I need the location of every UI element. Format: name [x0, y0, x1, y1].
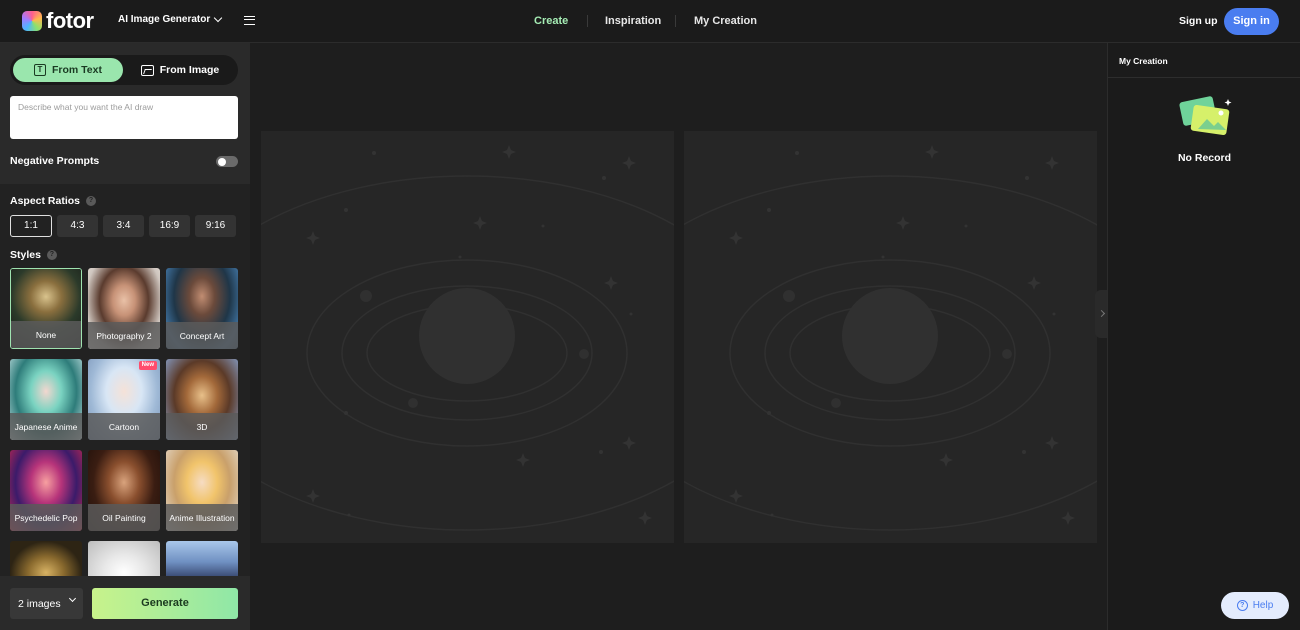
style-caption: Concept Art — [166, 322, 238, 349]
product-dropdown[interactable]: AI Image Generator — [118, 13, 223, 25]
tab-from-text[interactable]: T From Text — [13, 58, 123, 82]
logo-text: fotor — [46, 8, 94, 33]
collapse-panel-handle[interactable] — [1095, 290, 1107, 338]
style-card-3d[interactable]: 3D — [166, 359, 238, 440]
style-caption: Oil Painting — [88, 504, 160, 531]
nav-create[interactable]: Create — [534, 15, 568, 27]
image-count-select[interactable]: 2 images — [10, 588, 83, 619]
info-icon[interactable]: ? — [46, 250, 57, 260]
aspect-ratios-label: Aspect Ratios — [10, 195, 81, 207]
canvas-area — [250, 43, 1107, 630]
style-caption: Cartoon — [88, 413, 160, 440]
sign-up-link[interactable]: Sign up — [1179, 15, 1218, 27]
image-placeholder-2 — [684, 131, 1097, 543]
chevron-down-icon — [68, 594, 77, 603]
style-card-photography-2[interactable]: Photography 2 — [88, 268, 160, 349]
style-caption: Anime Illustration — [166, 504, 238, 531]
product-label: AI Image Generator — [118, 14, 211, 25]
mode-tabs: T From Text From Image — [10, 55, 238, 85]
style-card-oil-painting[interactable]: Oil Painting — [88, 450, 160, 531]
empty-gallery-icon — [1179, 96, 1232, 135]
style-caption: Japanese Anime — [10, 413, 82, 440]
style-card-psychedelic-pop[interactable]: Psychedelic Pop — [10, 450, 82, 531]
nav-my-creation[interactable]: My Creation — [694, 15, 757, 27]
style-thumbnail — [10, 541, 82, 576]
style-card-sketch[interactable] — [88, 541, 160, 576]
style-card-anime-illustration[interactable]: Anime Illustration — [166, 450, 238, 531]
ratio-4-3[interactable]: 4:3 — [57, 215, 98, 237]
help-button[interactable]: ? Help — [1221, 592, 1289, 619]
sign-in-button[interactable]: Sign in — [1224, 8, 1279, 35]
help-label: Help — [1252, 600, 1274, 611]
styles-label: Styles — [10, 249, 41, 261]
style-card-concept-art[interactable]: Concept Art — [166, 268, 238, 349]
style-card-japanese-anime[interactable]: Japanese Anime — [10, 359, 82, 440]
negative-prompts-toggle[interactable] — [216, 156, 238, 167]
image-placeholder-1 — [261, 131, 674, 543]
chevron-down-icon — [214, 13, 223, 22]
generate-button[interactable]: Generate — [92, 588, 238, 619]
style-caption: Photography 2 — [88, 322, 160, 349]
image-count-label: 2 images — [18, 597, 61, 610]
fotor-logo[interactable]: fotor — [22, 8, 94, 33]
style-caption: None — [11, 321, 81, 348]
ratio-9-16[interactable]: 9:16 — [195, 215, 236, 237]
hamburger-menu-icon[interactable] — [244, 16, 255, 25]
style-card-cartoon[interactable]: New Cartoon — [88, 359, 160, 440]
tab-from-image[interactable]: From Image — [125, 58, 235, 82]
left-panel: T From Text From Image Negative Prompts … — [0, 43, 250, 630]
new-badge: New — [138, 361, 157, 370]
info-icon[interactable]: ? — [86, 196, 97, 206]
planet-placeholder-icon — [261, 145, 674, 531]
negative-prompts-label: Negative Prompts — [10, 155, 100, 167]
tab-label: From Image — [159, 64, 220, 76]
fotor-logo-icon — [22, 11, 42, 31]
generate-bar: 2 images Generate — [0, 576, 250, 630]
planet-placeholder-icon — [684, 145, 1097, 531]
aspect-ratios-heading: Aspect Ratios ? — [10, 195, 97, 207]
nav-divider — [675, 15, 676, 27]
style-card-none[interactable]: None — [10, 268, 82, 349]
prompt-input[interactable] — [10, 96, 238, 139]
right-panel: My Creation No Record — [1107, 43, 1300, 630]
my-creation-title: My Creation — [1119, 56, 1168, 66]
style-thumbnail — [166, 541, 238, 576]
top-bar: fotor AI Image Generator Create Inspirat… — [0, 0, 1300, 43]
question-icon: ? — [1236, 600, 1248, 611]
style-thumbnail — [88, 541, 160, 576]
no-record-text: No Record — [1177, 152, 1232, 164]
style-card-city[interactable] — [166, 541, 238, 576]
nav-divider — [587, 15, 588, 27]
ratio-1-1[interactable]: 1:1 — [10, 215, 52, 237]
divider — [1108, 77, 1300, 78]
style-caption: Psychedelic Pop — [10, 504, 82, 531]
style-caption: 3D — [166, 413, 238, 440]
style-card-gold[interactable] — [10, 541, 82, 576]
text-icon: T — [34, 64, 46, 76]
nav-inspiration[interactable]: Inspiration — [605, 15, 661, 27]
image-icon — [140, 64, 154, 76]
prompt-section: T From Text From Image Negative Prompts — [0, 43, 250, 184]
ratio-16-9[interactable]: 16:9 — [149, 215, 190, 237]
ratio-3-4[interactable]: 3:4 — [103, 215, 144, 237]
tab-label: From Text — [52, 64, 102, 76]
styles-heading: Styles ? — [10, 249, 57, 261]
